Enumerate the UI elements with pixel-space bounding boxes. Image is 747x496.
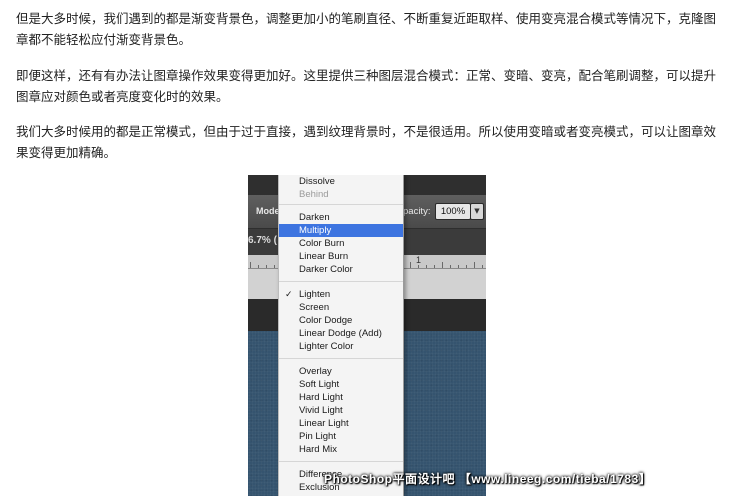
article-paragraph-1: 但是大多时候，我们遇到的都是渐变背景色，调整更加小的笔刷直径、不断重复近距取样、… — [16, 11, 717, 47]
menu-item-linear-light[interactable]: Linear Light — [279, 417, 403, 430]
menu-item-label: Multiply — [299, 225, 332, 236]
menu-item-label: Darker Color — [299, 264, 353, 275]
ruler-tick — [458, 265, 459, 268]
menu-item-screen[interactable]: Screen — [279, 301, 403, 314]
ruler-tick — [442, 262, 443, 268]
menu-item-label: Screen — [299, 302, 330, 313]
menu-item-color-burn[interactable]: Color Burn — [279, 237, 403, 250]
menu-item-label: Darken — [299, 212, 330, 223]
opacity-label: pacity: — [403, 206, 431, 217]
mode-label: Mode — [256, 206, 280, 216]
menu-item-label: Hard Light — [299, 392, 343, 403]
zoom-level: 6.7% ( — [248, 235, 277, 246]
ruler-tick — [274, 265, 275, 268]
photoshop-screenshot: Mode pacity: 100% ▼ 6.7% ( 1 Dissolve Beh… — [248, 175, 486, 496]
menu-item-pin-light[interactable]: Pin Light — [279, 430, 403, 443]
menu-item-label: Color Burn — [299, 238, 345, 249]
menu-item-dissolve[interactable]: Dissolve — [279, 175, 403, 188]
ruler-number: 1 — [416, 255, 422, 265]
menu-item-hard-mix[interactable]: Hard Mix — [279, 443, 403, 456]
menu-item-label: Linear Dodge (Add) — [299, 328, 382, 339]
watermark-text: PhotoShop平面设计吧 【www.lineeg.com/tieba/178… — [324, 472, 652, 486]
ruler-tick — [482, 265, 483, 268]
menu-item-label: Hard Mix — [299, 444, 338, 455]
menu-item-label: Linear Light — [299, 418, 349, 429]
menu-item-lighter-color[interactable]: Lighter Color — [279, 340, 403, 353]
menu-item-hard-light[interactable]: Hard Light — [279, 391, 403, 404]
menu-item-label: Vivid Light — [299, 405, 343, 416]
ruler-tick — [434, 265, 435, 268]
menu-item-label: Soft Light — [299, 379, 340, 390]
menu-item-linear-burn[interactable]: Linear Burn — [279, 250, 403, 263]
menu-item-label: Linear Burn — [299, 251, 349, 262]
menu-item-vivid-light[interactable]: Vivid Light — [279, 404, 403, 417]
menu-item-soft-light[interactable]: Soft Light — [279, 378, 403, 391]
menu-item-darken[interactable]: Darken — [279, 211, 403, 224]
menu-item-behind: Behind — [279, 188, 403, 201]
ruler-tick — [250, 262, 251, 268]
checkmark-icon: ✓ — [285, 289, 293, 299]
ruler-tick — [266, 265, 267, 268]
menu-item-label: Lighten — [299, 289, 331, 300]
menu-item-label: Overlay — [299, 366, 332, 377]
menu-item-color-dodge[interactable]: Color Dodge — [279, 314, 403, 327]
menu-item-label: Pin Light — [299, 431, 336, 442]
opacity-field[interactable]: 100% — [435, 203, 471, 220]
ruler-tick — [466, 265, 467, 268]
menu-item-linear-dodge-add[interactable]: Linear Dodge (Add) — [279, 327, 403, 340]
ruler-tick — [418, 265, 419, 268]
menu-item-label: Color Dodge — [299, 315, 353, 326]
menu-separator — [279, 204, 403, 205]
ruler-tick — [258, 265, 259, 268]
menu-item-overlay[interactable]: Overlay — [279, 365, 403, 378]
article-paragraph-3: 我们大多时候用的都是正常模式，但由于过于直接，遇到纹理背景时，不是很适用。所以使… — [16, 124, 717, 160]
menu-item-multiply[interactable]: Multiply — [279, 224, 403, 237]
menu-item-lighten[interactable]: ✓ Lighten — [279, 288, 403, 301]
menu-separator — [279, 281, 403, 282]
blend-mode-menu[interactable]: Dissolve Behind Darken Multiply Color Burn Li… — [278, 175, 404, 496]
menu-separator — [279, 461, 403, 462]
menu-item-darker-color[interactable]: Darker Color — [279, 263, 403, 276]
ruler-tick — [426, 265, 427, 268]
ruler-tick — [474, 262, 475, 268]
menu-separator — [279, 358, 403, 359]
ruler-tick — [450, 265, 451, 268]
menu-item-label: Lighter Color — [299, 341, 354, 352]
menu-item-label: Dissolve — [299, 176, 335, 187]
article-paragraph-2: 即便这样，还有有办法让图章操作效果变得更加好。这里提供三种图层混合模式：正常、变… — [16, 68, 717, 104]
opacity-dropdown-icon[interactable]: ▼ — [470, 203, 484, 220]
ruler-tick — [410, 262, 411, 268]
menu-item-label: Behind — [299, 189, 329, 200]
